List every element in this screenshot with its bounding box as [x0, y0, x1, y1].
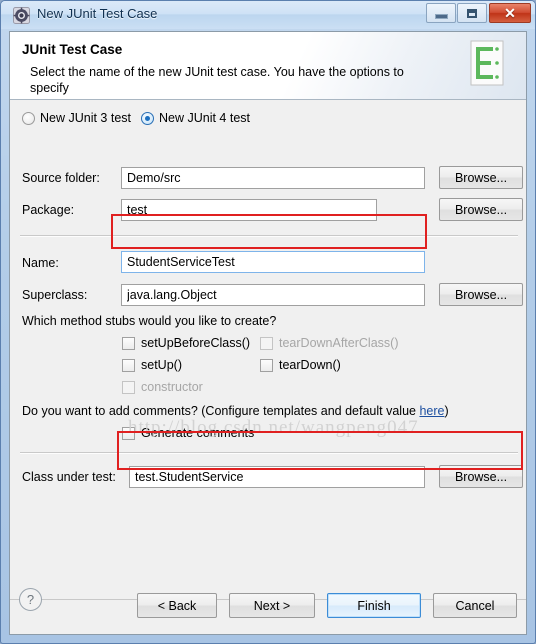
superclass-label: Superclass:: [22, 288, 88, 302]
checkbox-teardown[interactable]: tearDown(): [260, 358, 341, 372]
checkbox-setup-label: setUp(): [141, 358, 182, 372]
dialog-client-area: JUnit Test Case Select the name of the n…: [9, 31, 527, 635]
checkbox-teardownafterclass-label: tearDownAfterClass(): [279, 336, 399, 350]
junit-banner-icon: [465, 39, 511, 94]
restore-button[interactable]: [457, 3, 487, 23]
package-input[interactable]: [121, 199, 377, 221]
checkbox-constructor-box: [122, 380, 135, 394]
superclass-input[interactable]: [121, 284, 425, 306]
checkbox-teardownafterclass-box: [260, 336, 273, 350]
minimize-button[interactable]: [426, 3, 456, 23]
radio-junit4-label: New JUnit 4 test: [159, 111, 251, 125]
checkbox-setup-box: [122, 358, 135, 372]
title-bar: New JUnit Test Case ✕: [1, 1, 535, 29]
source-folder-browse-button[interactable]: Browse...: [439, 166, 523, 189]
checkbox-setupbeforeclass-label: setUpBeforeClass(): [141, 336, 251, 350]
next-button[interactable]: Next >: [229, 593, 315, 618]
checkbox-constructor: constructor: [122, 380, 203, 394]
comments-question: Do you want to add comments? (Configure …: [22, 404, 449, 418]
back-button[interactable]: < Back: [137, 593, 217, 618]
source-folder-label: Source folder:: [22, 171, 100, 185]
radio-junit3-indicator: [22, 111, 35, 125]
radio-junit4[interactable]: New JUnit 4 test: [141, 111, 250, 125]
radio-junit4-indicator: [141, 111, 154, 125]
superclass-browse-button[interactable]: Browse...: [439, 283, 523, 306]
checkbox-setup[interactable]: setUp(): [122, 358, 182, 372]
configure-templates-link[interactable]: here: [419, 404, 444, 418]
checkbox-constructor-label: constructor: [141, 380, 203, 394]
radio-junit3[interactable]: New JUnit 3 test: [22, 111, 131, 125]
class-under-test-browse-button[interactable]: Browse...: [439, 465, 523, 488]
checkbox-generate-comments-label: Generate comments: [141, 426, 255, 440]
source-folder-input[interactable]: [121, 167, 425, 189]
comments-question-post: ): [444, 404, 449, 418]
checkbox-generate-comments[interactable]: Generate comments: [122, 426, 254, 440]
wizard-body: New JUnit 3 test New JUnit 4 test Source…: [10, 100, 526, 599]
method-stubs-question: Which method stubs would you like to cre…: [22, 314, 277, 328]
junit-wizard-icon: [13, 7, 30, 24]
close-icon: ✕: [504, 5, 516, 21]
checkbox-setupbeforeclass-box: [122, 336, 135, 350]
separator-2: [20, 452, 518, 454]
class-under-test-label: Class under test:: [22, 470, 116, 484]
wizard-header: JUnit Test Case Select the name of the n…: [10, 32, 526, 100]
class-under-test-input[interactable]: [129, 466, 425, 488]
page-title: JUnit Test Case: [22, 42, 123, 57]
checkbox-teardown-box: [260, 358, 273, 372]
cancel-button[interactable]: Cancel: [433, 593, 517, 618]
dialog-window: New JUnit Test Case ✕ JUnit Test Case Se…: [0, 0, 536, 644]
checkbox-setupbeforeclass[interactable]: setUpBeforeClass(): [122, 336, 250, 350]
package-label: Package:: [22, 203, 75, 217]
name-label: Name:: [22, 256, 59, 270]
checkbox-generate-comments-box: [122, 426, 135, 440]
help-icon[interactable]: ?: [19, 588, 42, 611]
finish-button[interactable]: Finish: [327, 593, 421, 618]
name-input[interactable]: [121, 251, 425, 273]
separator-1: [20, 235, 518, 237]
comments-question-pre: Do you want to add comments? (Configure …: [22, 404, 420, 418]
window-title: New JUnit Test Case: [37, 6, 158, 21]
checkbox-teardown-label: tearDown(): [279, 358, 341, 372]
package-browse-button[interactable]: Browse...: [439, 198, 523, 221]
checkbox-teardownafterclass: tearDownAfterClass(): [260, 336, 398, 350]
radio-junit3-label: New JUnit 3 test: [40, 111, 132, 125]
page-description: Select the name of the new JUnit test ca…: [30, 65, 404, 95]
close-button[interactable]: ✕: [489, 3, 531, 23]
